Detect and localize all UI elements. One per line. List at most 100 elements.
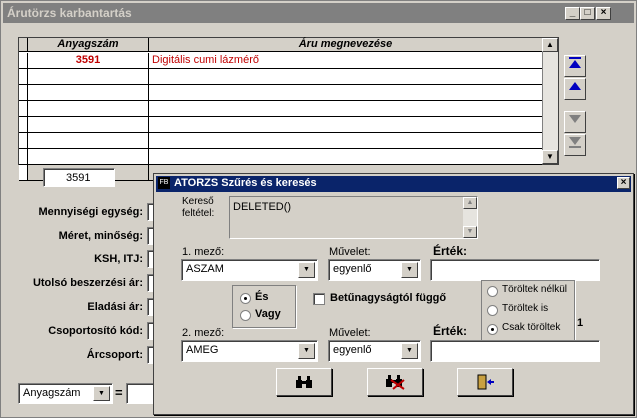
- operator1-label: Művelet:: [329, 246, 371, 258]
- grid-scrollbar[interactable]: ▲ ▼: [542, 38, 558, 164]
- deleted-option-radio[interactable]: [487, 324, 498, 335]
- cell-code[interactable]: [28, 133, 149, 148]
- table-row[interactable]: 3591 Digitális cumi lázmérő: [19, 53, 542, 69]
- row-selector[interactable]: [19, 117, 28, 132]
- chevron-down-icon[interactable]: ▼: [93, 386, 110, 401]
- and-label[interactable]: És: [255, 291, 268, 303]
- cell-name[interactable]: [149, 85, 542, 100]
- cell-name[interactable]: [149, 117, 542, 132]
- operator2-label: Művelet:: [329, 327, 371, 339]
- filter-dialog: FB ATORZS Szűrés és keresés × Kereső fel…: [153, 173, 634, 415]
- binoculars-icon: [296, 376, 312, 388]
- deleted-option-radio[interactable]: [487, 305, 498, 316]
- dialog-close-button[interactable]: ×: [617, 177, 630, 189]
- field-label: Mennyiségi egység:: [38, 206, 143, 218]
- case-sensitive-label[interactable]: Betűnagyságtól függő: [330, 292, 446, 304]
- case-sensitive-checkbox[interactable]: [313, 293, 325, 305]
- filter-scroll-down[interactable]: ▼: [463, 226, 477, 238]
- last-record-icon: [569, 137, 581, 148]
- last-record-button[interactable]: [564, 134, 586, 156]
- table-row[interactable]: [19, 149, 542, 165]
- close-button[interactable]: ×: [596, 7, 611, 20]
- grid-header: Anyagszám Áru megnevezése: [19, 38, 542, 52]
- scroll-down-button[interactable]: ▼: [542, 150, 558, 164]
- window-title: Árutörzs karbantartás: [7, 6, 132, 20]
- row-selector[interactable]: [19, 149, 28, 164]
- deleted-option-label[interactable]: Töröltek nélkül: [502, 284, 567, 295]
- row-selector[interactable]: [19, 69, 28, 84]
- clear-search-button[interactable]: [367, 368, 423, 396]
- chevron-down-icon[interactable]: ▼: [298, 262, 315, 278]
- table-row[interactable]: [19, 85, 542, 101]
- minimize-button[interactable]: _: [565, 7, 580, 20]
- maximize-button[interactable]: □: [580, 7, 595, 20]
- scroll-up-button[interactable]: ▲: [542, 38, 558, 52]
- row-selector[interactable]: [19, 101, 28, 116]
- sort-field-value: Anyagszám: [23, 387, 81, 399]
- chevron-down-icon[interactable]: ▼: [298, 343, 315, 359]
- filter-condition-label: Kereső feltétel:: [182, 196, 215, 219]
- cell-code[interactable]: [28, 117, 149, 132]
- deleted-option-radio[interactable]: [487, 286, 498, 297]
- table-row[interactable]: [19, 117, 542, 133]
- value1-input[interactable]: [430, 259, 600, 281]
- sort-field-select[interactable]: Anyagszám ▼: [18, 383, 113, 404]
- table-row[interactable]: [19, 101, 542, 117]
- field2-value: AMEG: [186, 344, 219, 356]
- row-selector[interactable]: [19, 165, 28, 180]
- filter-scroll-up[interactable]: ▲: [463, 197, 477, 209]
- field1-select[interactable]: ASZAM ▼: [181, 259, 318, 281]
- row-selector[interactable]: [19, 85, 28, 100]
- column-header-name[interactable]: Áru megnevezése: [149, 38, 542, 51]
- filter-condition-textarea[interactable]: DELETED() ▲ ▼: [229, 196, 478, 239]
- field-label: Méret, minőség:: [58, 230, 143, 242]
- field-label: KSH, ITJ:: [94, 253, 143, 265]
- cell-code[interactable]: [28, 101, 149, 116]
- operator2-value: egyenlő: [333, 344, 372, 356]
- cell-code[interactable]: [28, 85, 149, 100]
- exit-button[interactable]: [457, 368, 513, 396]
- previous-record-button[interactable]: [564, 78, 586, 100]
- field-label: Csoportosító kód:: [48, 325, 143, 337]
- operator1-select[interactable]: egyenlő ▼: [328, 259, 421, 281]
- cell-name[interactable]: [149, 69, 542, 84]
- table-row[interactable]: [19, 133, 542, 149]
- and-radio[interactable]: [240, 293, 251, 304]
- main-titlebar[interactable]: Árutörzs karbantartás _ □ ×: [3, 3, 634, 23]
- search-value-input[interactable]: [126, 383, 156, 404]
- selected-code-field[interactable]: 3591: [43, 168, 115, 187]
- field2-select[interactable]: AMEG ▼: [181, 340, 318, 362]
- value1-label: Érték:: [433, 244, 468, 258]
- column-header-code[interactable]: Anyagszám: [28, 38, 149, 51]
- cell-code[interactable]: [28, 69, 149, 84]
- operator2-select[interactable]: egyenlő ▼: [328, 340, 421, 362]
- first-record-button[interactable]: [564, 55, 586, 77]
- deleted-option-label[interactable]: Töröltek is: [502, 303, 548, 314]
- row-selector[interactable]: [19, 53, 28, 68]
- filter-scrollbar[interactable]: ▲ ▼: [463, 197, 477, 238]
- or-radio[interactable]: [240, 310, 251, 321]
- cell-name[interactable]: [149, 133, 542, 148]
- first-record-icon: [569, 57, 581, 68]
- value2-label: Érték:: [433, 324, 468, 338]
- chevron-down-icon[interactable]: ▼: [401, 262, 418, 278]
- search-button[interactable]: [276, 368, 332, 396]
- dialog-titlebar[interactable]: FB ATORZS Szűrés és keresés ×: [156, 176, 631, 192]
- cell-code[interactable]: [28, 149, 149, 164]
- cell-name[interactable]: Digitális cumi lázmérő: [149, 53, 542, 68]
- cell-name[interactable]: [149, 101, 542, 116]
- value2-input[interactable]: [430, 340, 600, 362]
- next-record-icon: [569, 115, 581, 123]
- previous-record-icon: [569, 82, 581, 90]
- deleted-option-label[interactable]: Csak töröltek: [502, 322, 560, 333]
- table-row[interactable]: [19, 69, 542, 85]
- records-grid: Anyagszám Áru megnevezése ▲ ▼ 3591 Digitá…: [18, 37, 559, 181]
- or-label[interactable]: Vagy: [255, 308, 281, 320]
- row-selector[interactable]: [19, 133, 28, 148]
- field1-label: 1. mező:: [182, 246, 225, 258]
- cell-name[interactable]: [149, 149, 542, 164]
- next-record-button[interactable]: [564, 111, 586, 133]
- filter-condition-text: DELETED(): [233, 201, 292, 213]
- chevron-down-icon[interactable]: ▼: [401, 343, 418, 359]
- cell-code[interactable]: 3591: [28, 53, 149, 68]
